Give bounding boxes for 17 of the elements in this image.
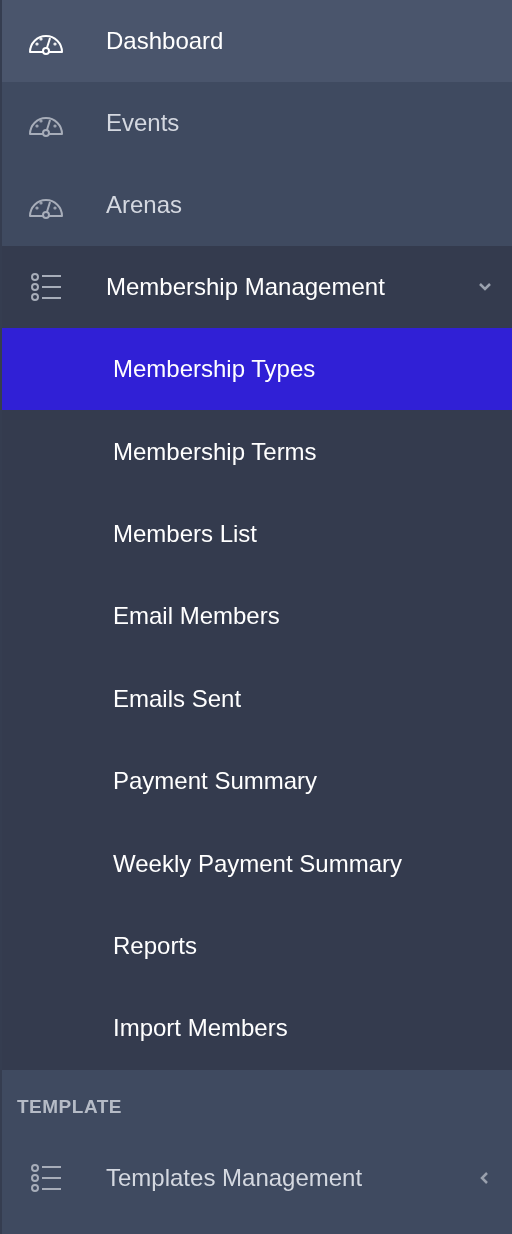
nav-item[interactable]: Events	[2, 82, 512, 164]
submenu-item[interactable]: Import Members	[2, 987, 512, 1070]
submenu-item[interactable]: Members List	[2, 492, 512, 576]
submenu-item[interactable]: Membership Types	[2, 328, 512, 411]
section-heading: TEMPLATE	[16, 1094, 123, 1119]
submenu-item[interactable]: Weekly Payment Summary	[2, 822, 512, 905]
submenu-item[interactable]: Emails Sent	[2, 657, 512, 740]
nav-item[interactable]: Arenas	[2, 164, 512, 246]
nav-item[interactable]: Templates Management	[2, 1136, 512, 1219]
submenu-item[interactable]: Reports	[2, 904, 512, 988]
submenu-item[interactable]: Payment Summary	[2, 739, 512, 823]
submenu-item[interactable]: Email Members	[2, 575, 512, 658]
nav-item[interactable]: Dashboard	[2, 0, 512, 82]
submenu-item[interactable]: Membership Terms	[2, 410, 512, 493]
list-icon	[28, 273, 64, 301]
nav-item[interactable]: Membership Management	[2, 246, 512, 328]
list-icon	[28, 1163, 64, 1192]
